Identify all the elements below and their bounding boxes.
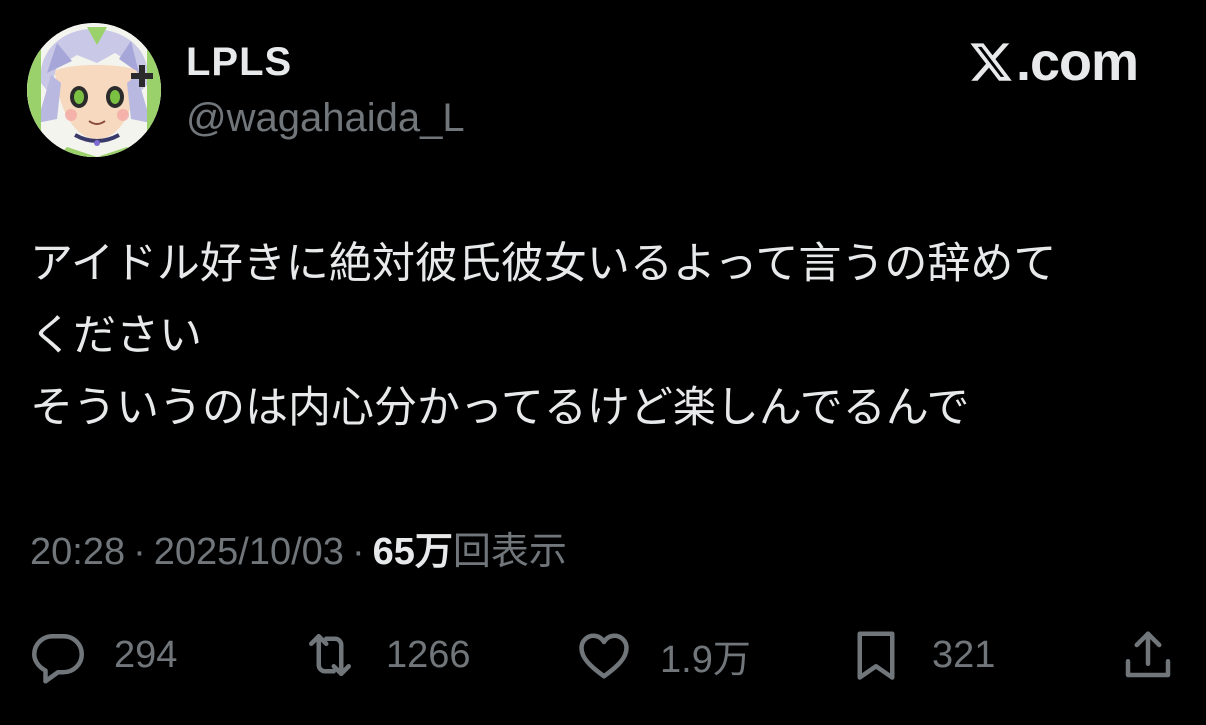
heart-icon — [579, 633, 629, 679]
tweet-date[interactable]: 2025/10/03 — [154, 531, 344, 573]
tweet-text-line: アイドル好きに絶対彼氏彼女いるよって言うの辞めて — [30, 239, 1057, 289]
x-brand: .com — [968, 32, 1139, 92]
like-button[interactable]: 1.9万 — [574, 620, 751, 690]
tweet-card: LPLS @wagahaida_L .com アイドル好きに絶対彼氏彼女いるよっ… — [0, 0, 1206, 725]
tweet-actions: 294 1266 1.9万 321 — [0, 620, 1206, 690]
tweet-time[interactable]: 20:28 — [30, 531, 125, 573]
meta-separator: · — [351, 531, 365, 573]
tweet-text-line: そういうのは内心分かってるけど楽しんでるんで — [30, 383, 970, 433]
like-count: 1.9万 — [660, 638, 751, 681]
bookmark-icon — [857, 631, 895, 680]
repost-count: 1266 — [386, 633, 471, 676]
tweet-text: アイドル好きに絶対彼氏彼女いるよって言うの辞めて くださいそういうのは内心分かって… — [30, 228, 1180, 444]
bookmark-button[interactable]: 321 — [846, 620, 995, 690]
repost-button[interactable]: 1266 — [300, 620, 471, 690]
repost-icon — [309, 634, 351, 676]
author-handle[interactable]: @wagahaida_L — [186, 94, 465, 142]
author-avatar[interactable] — [27, 23, 161, 157]
author-display-name[interactable]: LPLS — [186, 38, 292, 86]
tweet-meta: 20:28 · 2025/10/03 · 65万回表示 — [30, 527, 567, 577]
avatar-illustration — [27, 23, 161, 157]
brand-domain-text: .com — [1015, 32, 1139, 92]
x-logo-icon — [970, 43, 1012, 81]
reply-icon — [32, 634, 84, 684]
reply-count: 294 — [114, 633, 178, 676]
share-icon — [1125, 631, 1171, 678]
views-label: 回表示 — [452, 531, 567, 573]
meta-separator: · — [133, 531, 146, 573]
views-count: 65万 — [372, 531, 453, 573]
share-button[interactable] — [1118, 620, 1178, 690]
bookmark-count: 321 — [932, 633, 996, 676]
reply-button[interactable]: 294 — [28, 620, 177, 690]
tweet-text-line: ください — [30, 311, 202, 361]
